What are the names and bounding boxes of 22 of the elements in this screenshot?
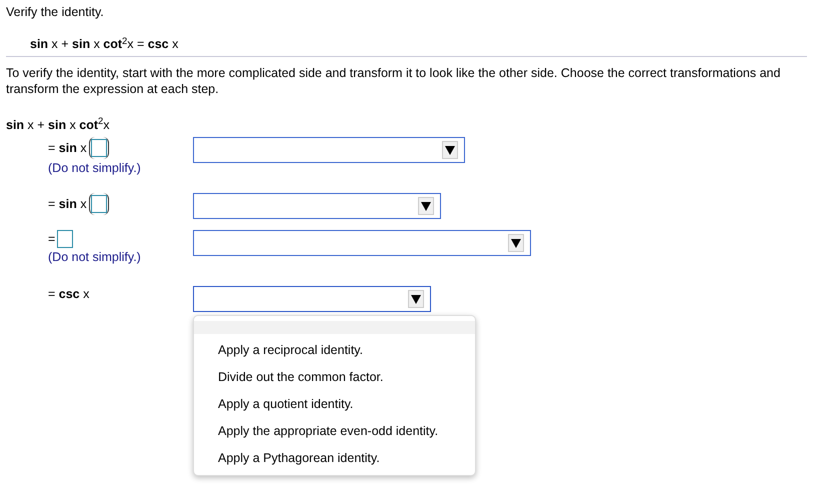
step-expression: = csc x — [48, 286, 90, 302]
hint-text: (Do not simplify.) — [48, 249, 142, 266]
transformation-dropdown[interactable] — [193, 286, 431, 312]
start-expression: sin x + sin x cot$^{2}$x — [6, 117, 111, 134]
transformation-dropdown[interactable] — [193, 137, 465, 164]
hint-text: (Do not simplify.) — [48, 160, 142, 176]
dropdown-option[interactable]: Apply a Pythagorean identity. — [194, 444, 475, 472]
identity-equation: sin x + sin x cot$^{2}$x = csc x — [30, 36, 180, 52]
step-expression: = sin x — [48, 196, 87, 212]
transformation-dropdown[interactable] — [193, 230, 531, 256]
question-title: Verify the identity. — [6, 4, 105, 20]
dropdown-option[interactable]: Apply the appropriate even-odd identity. — [194, 417, 475, 444]
dropdown-option[interactable]: Apply a reciprocal identity. — [194, 336, 475, 364]
step-expression: = sin x — [48, 140, 87, 156]
step-expression: = — [48, 231, 56, 248]
parenthesized-answer-box[interactable] — [88, 193, 109, 216]
answer-box[interactable] — [57, 230, 74, 248]
dropdown-option[interactable]: Divide out the common factor. — [194, 363, 475, 390]
dropdown-option[interactable]: Apply a quotient identity. — [194, 390, 475, 418]
instructions-text: To verify the identity, start with the more complicated side and transform it to look like the other side. Choose the correct transformations and transform the expression at each step. — [6, 64, 782, 97]
parenthesized-answer-box[interactable] — [88, 137, 109, 160]
transformation-dropdown[interactable] — [193, 193, 441, 220]
